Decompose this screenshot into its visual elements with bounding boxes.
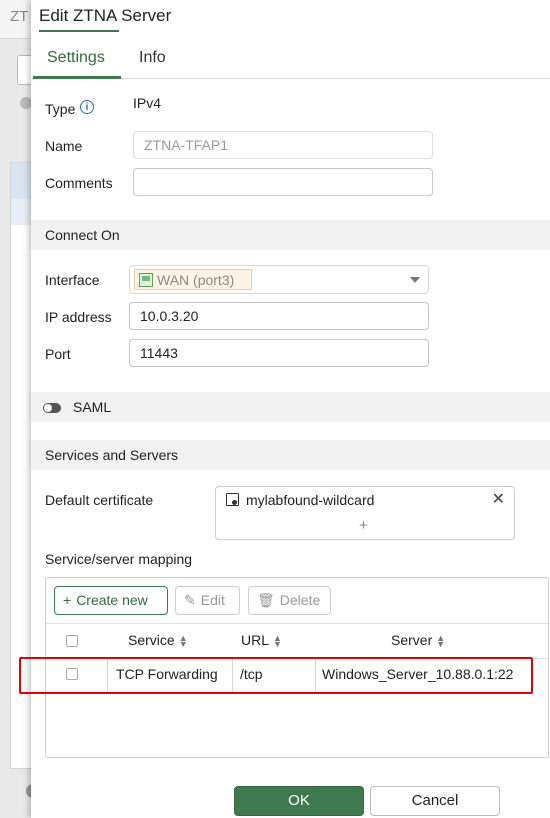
services-heading: Services and Servers <box>45 447 179 463</box>
default-certificate-label: Default certificate <box>45 492 154 508</box>
row-highlight-annotation <box>19 657 533 694</box>
select-all-checkbox[interactable] <box>66 635 78 647</box>
background-row[interactable] <box>11 199 33 225</box>
type-label: Type <box>45 101 76 117</box>
comments-field[interactable] <box>133 168 433 196</box>
ip-address-label: IP address <box>45 309 112 325</box>
background-title: ZT <box>10 8 29 25</box>
tab-bar: Settings Info <box>31 40 550 79</box>
title-underline <box>39 30 119 32</box>
mapping-label: Service/server mapping <box>45 551 193 567</box>
ok-button[interactable]: OK <box>234 786 364 816</box>
background-selected-row[interactable] <box>11 163 33 199</box>
connect-on-section: Connect On <box>31 220 550 250</box>
name-field[interactable]: ZTNA-TFAP1 <box>133 131 433 159</box>
interface-select[interactable]: WAN (port3) <box>129 265 429 294</box>
cancel-button[interactable]: Cancel <box>370 786 500 816</box>
close-icon[interactable]: ✕ <box>492 489 505 509</box>
saml-label: SAML <box>73 399 112 415</box>
connect-on-heading: Connect On <box>45 227 120 243</box>
certificate-name: mylabfound-wildcard <box>246 492 375 508</box>
port-field[interactable]: 11443 <box>129 339 429 367</box>
saml-toggle[interactable] <box>43 403 61 413</box>
dialog-title: Edit ZTNA Server <box>39 6 172 25</box>
services-section: Services and Servers <box>31 440 550 470</box>
column-service-label: Service <box>128 632 175 648</box>
create-new-label: Create new <box>76 592 148 608</box>
edit-label: Edit <box>200 592 225 608</box>
pencil-icon: ✎ <box>184 592 196 608</box>
sort-icon: ▲ ▼ <box>436 633 446 650</box>
tab-info[interactable]: Info <box>139 49 166 67</box>
active-tab-indicator <box>33 76 121 79</box>
table-header: Service ▲ ▼ URL ▲ ▼ Server ▲ ▼ <box>46 623 548 659</box>
port-icon <box>139 273 153 287</box>
default-certificate-field[interactable]: mylabfound-wildcard ✕ + <box>215 486 515 540</box>
plus-icon: + <box>63 592 72 608</box>
interface-chip: WAN (port3) <box>134 269 252 290</box>
info-icon[interactable]: i <box>80 100 94 114</box>
trash-icon: 🗑 <box>257 592 275 608</box>
delete-button[interactable]: 🗑 Delete <box>248 586 331 615</box>
edit-ztna-server-dialog: Edit ZTNA Server Settings Info Type i IP… <box>31 0 550 818</box>
column-service[interactable]: Service ▲ ▼ <box>128 632 188 650</box>
sort-icon: ▲ ▼ <box>273 633 282 650</box>
column-server[interactable]: Server ▲ ▼ <box>391 632 446 650</box>
interface-value: WAN (port3) <box>157 272 235 288</box>
port-label: Port <box>45 346 71 362</box>
tab-settings[interactable]: Settings <box>47 49 105 67</box>
edit-button[interactable]: ✎ Edit <box>175 586 240 615</box>
delete-label: Delete <box>279 592 321 608</box>
saml-section: SAML <box>31 392 550 422</box>
comments-label: Comments <box>45 175 113 191</box>
column-server-label: Server <box>391 632 433 648</box>
column-url-label: URL <box>241 632 270 648</box>
create-new-button[interactable]: + Create new <box>54 586 168 615</box>
type-value: IPv4 <box>133 95 162 111</box>
add-icon[interactable]: + <box>359 517 368 534</box>
ip-address-field[interactable]: 10.0.3.20 <box>129 302 429 330</box>
sort-icon: ▲ ▼ <box>178 633 188 650</box>
interface-label: Interface <box>45 272 100 288</box>
chevron-down-icon <box>410 277 420 283</box>
name-label: Name <box>45 138 83 154</box>
certificate-icon <box>226 493 239 506</box>
column-url[interactable]: URL ▲ ▼ <box>241 632 282 650</box>
